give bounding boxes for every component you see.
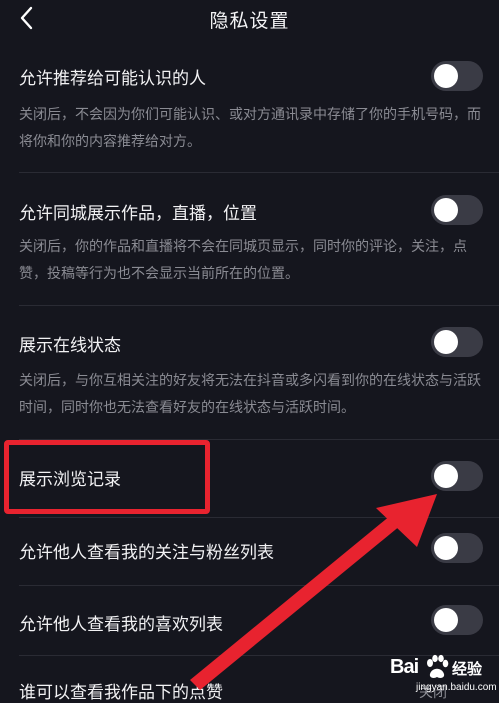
- setting-label: 允许同城展示作品，直播，位置: [19, 204, 257, 224]
- header: 隐私设置: [0, 0, 499, 36]
- watermark-url: jingyan.baidu.com: [416, 682, 497, 693]
- online-status-toggle[interactable]: [431, 327, 483, 357]
- divider: [19, 517, 499, 518]
- toggle-knob: [434, 330, 458, 354]
- browsing-history-toggle[interactable]: [431, 461, 483, 491]
- follow-fans-toggle[interactable]: [431, 533, 483, 563]
- setting-label: 展示在线状态: [19, 336, 121, 356]
- setting-label: 允许他人查看我的喜欢列表: [19, 615, 223, 635]
- recommend-toggle[interactable]: [431, 61, 483, 91]
- divider: [19, 305, 499, 306]
- likes-list-toggle[interactable]: [431, 605, 483, 635]
- divider: [19, 172, 499, 173]
- toggle-knob: [434, 536, 458, 560]
- setting-description: 关闭后，与你互相关注的好友将无法在抖音或多闪看到你的在线状态与活跃时间，同时你也…: [19, 373, 481, 416]
- toggle-knob: [434, 198, 458, 222]
- watermark-brand: Bai: [390, 656, 419, 678]
- watermark-suffix: 经验: [452, 660, 483, 678]
- local-display-toggle[interactable]: [431, 195, 483, 225]
- setting-label: 允许推荐给可能认识的人: [19, 69, 206, 89]
- toggle-knob: [434, 464, 458, 488]
- divider: [19, 585, 499, 586]
- toggle-knob: [434, 608, 458, 632]
- page-title: 隐私设置: [209, 10, 290, 32]
- setting-label: 允许他人查看我的关注与粉丝列表: [19, 543, 274, 563]
- baidu-paw-icon: [427, 654, 449, 678]
- setting-description: 关闭后，不会因为你们可能认识、或对方通讯录中存储了你的手机号码，而将你和你的内容…: [19, 107, 481, 150]
- toggle-knob: [434, 64, 458, 88]
- setting-label: 谁可以查看我作品下的点赞: [19, 683, 223, 703]
- watermark: Bai 经验 jingyan.baidu.com: [390, 652, 497, 694]
- highlight-box: [4, 440, 210, 514]
- setting-description: 关闭后，你的作品和直播将不会在同城页显示，同时你的评论，关注，点赞，投稿等行为也…: [19, 239, 467, 282]
